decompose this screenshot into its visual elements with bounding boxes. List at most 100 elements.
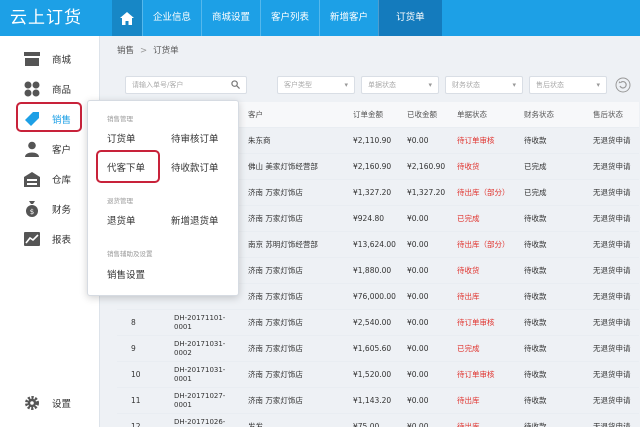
refresh-button[interactable] xyxy=(615,77,631,93)
cell-finance-status: 待收款 xyxy=(524,422,547,427)
cell-finance-status: 待收款 xyxy=(524,318,547,327)
sidebar-item-warehouse[interactable]: 仓库 xyxy=(0,164,100,194)
user-icon xyxy=(24,141,40,157)
cell-customer: 济南 万家灯饰店 xyxy=(248,214,303,223)
cell-customer: 发发 xyxy=(248,422,263,427)
sidebar-item-settings[interactable]: 设置 xyxy=(0,388,100,418)
col-doc-status[interactable]: 单据状态 xyxy=(457,102,487,127)
cell-aftersale-status: 无退货申请 xyxy=(593,370,631,379)
home-button[interactable] xyxy=(112,0,142,36)
breadcrumb-parent[interactable]: 销售 xyxy=(117,46,134,56)
cell-doc-status: 待出库（部分） xyxy=(457,188,510,197)
warehouse-icon xyxy=(24,171,40,187)
goods-icon xyxy=(24,81,40,97)
cell-customer: 佛山 美家灯饰经营部 xyxy=(248,162,318,171)
cell-index: 11 xyxy=(131,396,141,405)
highlight-box-proxy-order xyxy=(96,150,160,183)
col-customer[interactable]: 客户 xyxy=(248,102,263,127)
cell-order-number[interactable]: DH-20171031-0002 xyxy=(174,336,240,361)
menu-item-pending-payment[interactable]: 待收款订单 xyxy=(171,160,219,174)
svg-text:$: $ xyxy=(30,208,34,216)
cell-finance-status: 待收款 xyxy=(524,266,547,275)
cell-customer: 济南 万家灯饰店 xyxy=(248,370,303,379)
col-received[interactable]: 已收金额 xyxy=(407,102,437,127)
cell-order-number[interactable]: DH-20171027-0001 xyxy=(174,388,240,413)
cell-amount: ¥76,000.00 xyxy=(353,292,396,301)
cell-doc-status: 待订单审核 xyxy=(457,136,495,145)
sidebar-item-label: 商品 xyxy=(52,85,72,96)
customer-type-select[interactable]: 客户类型 ▾ xyxy=(277,76,355,94)
cell-aftersale-status: 无退货申请 xyxy=(593,292,631,301)
chart-icon xyxy=(24,231,40,247)
sidebar-item-finance[interactable]: $ 财务 xyxy=(0,194,100,224)
cell-order-number[interactable]: DH-20171101-0001 xyxy=(174,310,240,335)
cell-finance-status: 待收款 xyxy=(524,214,547,223)
sidebar-item-label: 客户 xyxy=(52,145,72,156)
cell-index: 8 xyxy=(131,318,136,327)
table-row[interactable]: 9 DH-20171031-0002 济南 万家灯饰店 ¥1,605.60 ¥0.00 已… xyxy=(117,336,639,362)
cell-received: ¥0.00 xyxy=(407,214,429,223)
cell-aftersale-status: 无退货申请 xyxy=(593,422,631,427)
cell-received: ¥0.00 xyxy=(407,344,429,353)
cell-customer: 南京 苏明灯饰经营部 xyxy=(248,240,318,249)
nav-add-customer[interactable]: 新增客户 xyxy=(319,0,378,36)
cell-amount: ¥1,520.00 xyxy=(353,370,392,379)
cell-doc-status: 待出库 xyxy=(457,422,480,427)
sidebar-item-reports[interactable]: 报表 xyxy=(0,224,100,254)
col-amount[interactable]: 订单金额 xyxy=(353,102,383,127)
store-icon xyxy=(24,51,40,67)
finance-status-select[interactable]: 财务状态 ▾ xyxy=(445,76,523,94)
menu-item-return-list[interactable]: 退货单 xyxy=(107,213,136,227)
table-row[interactable]: 8 DH-20171101-0001 济南 万家灯饰店 ¥2,540.00 ¥0.00 待… xyxy=(117,310,639,336)
nav-mall-settings[interactable]: 商城设置 xyxy=(201,0,260,36)
cell-order-number[interactable]: DH-20171031-0001 xyxy=(174,362,240,387)
breadcrumb-current: 订货单 xyxy=(153,46,179,56)
cell-finance-status: 待收款 xyxy=(524,292,547,301)
chevron-down-icon: ▾ xyxy=(512,81,516,89)
cell-doc-status: 待订单审核 xyxy=(457,370,495,379)
menu-item-new-return[interactable]: 新增退货单 xyxy=(171,213,219,227)
cell-received: ¥0.00 xyxy=(407,396,429,405)
sidebar-item-customers[interactable]: 客户 xyxy=(0,134,100,164)
cell-doc-status: 已完成 xyxy=(457,214,480,223)
cell-finance-status: 待收款 xyxy=(524,240,547,249)
search-input[interactable]: 请输入单号/客户 xyxy=(125,76,247,94)
col-aftersale-status[interactable]: 售后状态 xyxy=(593,102,623,127)
doc-status-select[interactable]: 单据状态 ▾ xyxy=(361,76,439,94)
cell-received: ¥0.00 xyxy=(407,318,429,327)
menu-item-order-list[interactable]: 订货单 xyxy=(107,131,136,145)
nav-customer-list[interactable]: 客户列表 xyxy=(260,0,319,36)
cell-customer: 朱东商 xyxy=(248,136,271,145)
select-value: 财务状态 xyxy=(452,81,480,89)
cell-order-number[interactable]: DH-20171026-0001 xyxy=(174,414,240,427)
cell-aftersale-status: 无退货申请 xyxy=(593,162,631,171)
brand-logo[interactable]: 云上订货 xyxy=(10,5,104,31)
cell-customer: 济南 万家灯饰店 xyxy=(248,266,303,275)
select-value: 售后状态 xyxy=(536,81,564,89)
cell-amount: ¥1,605.60 xyxy=(353,344,392,353)
cell-received: ¥0.00 xyxy=(407,136,429,145)
section-return-management: 退货管理 xyxy=(107,197,133,205)
sidebar-item-store[interactable]: 商城 xyxy=(0,44,100,74)
cell-amount: ¥924.80 xyxy=(353,214,385,223)
table-row[interactable]: 10 DH-20171031-0001 济南 万家灯饰店 ¥1,520.00 ¥0.00… xyxy=(117,362,639,388)
aftersale-status-select[interactable]: 售后状态 ▾ xyxy=(529,76,607,94)
sidebar-item-goods[interactable]: 商品 xyxy=(0,74,100,104)
cell-finance-status: 已完成 xyxy=(524,188,547,197)
cell-customer: 济南 万家灯饰店 xyxy=(248,318,303,327)
table-row[interactable]: 11 DH-20171027-0001 济南 万家灯饰店 ¥1,143.20 ¥0.00… xyxy=(117,388,639,414)
highlight-box-sales xyxy=(16,102,82,132)
cell-finance-status: 待收款 xyxy=(524,370,547,379)
top-bar: 云上订货 企业信息 商城设置 客户列表 新增客户 订货单 xyxy=(0,0,640,36)
nav-company-info[interactable]: 企业信息 xyxy=(142,0,201,36)
cell-finance-status: 待收款 xyxy=(524,136,547,145)
table-row[interactable]: 12 DH-20171026-0001 发发 ¥75.00 ¥0.00 待出库 待收款 无退货… xyxy=(117,414,639,427)
cell-doc-status: 待出库 xyxy=(457,396,480,405)
money-bag-icon: $ xyxy=(24,201,40,217)
col-finance-status[interactable]: 财务状态 xyxy=(524,102,554,127)
cell-aftersale-status: 无退货申请 xyxy=(593,266,631,275)
menu-item-sales-settings[interactable]: 销售设置 xyxy=(107,267,145,281)
cell-finance-status: 待收款 xyxy=(524,344,547,353)
menu-item-pending-review[interactable]: 待审核订单 xyxy=(171,131,219,145)
nav-orders[interactable]: 订货单 xyxy=(378,0,442,36)
